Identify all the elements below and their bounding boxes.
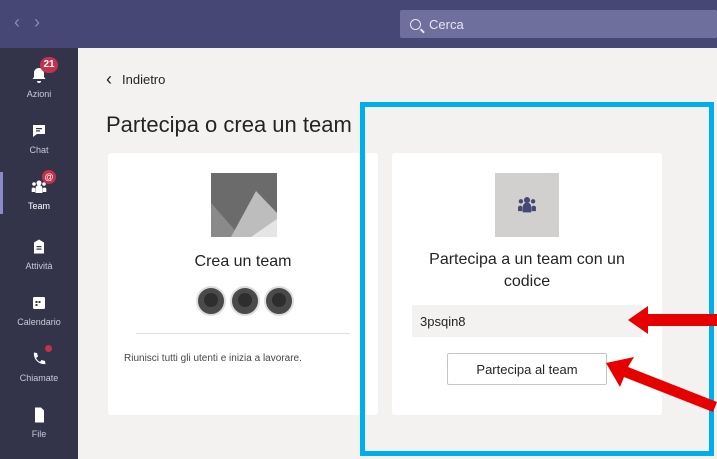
rail-item-label: File (31, 428, 47, 439)
avatar (196, 286, 226, 316)
rail-item-file[interactable]: File (0, 394, 78, 448)
phone-icon (28, 344, 52, 370)
rail-item-label: Team (27, 200, 50, 211)
history-nav: ‹ › (14, 12, 40, 33)
create-team-card[interactable]: Crea un team Riunisci tutti gli utenti e… (108, 153, 378, 415)
avatar (230, 286, 260, 316)
create-team-title: Crea un team (194, 253, 292, 270)
rail-item-label: Calendario (17, 316, 61, 327)
back-link[interactable]: ‹ Indietro (106, 69, 166, 89)
rail-item-label: Chat (29, 144, 49, 155)
avatar (264, 286, 294, 316)
calendar-icon (28, 292, 50, 314)
create-team-description: Riunisci tutti gli utenti e inizia a lav… (124, 353, 302, 364)
rail-item-label: Attività (25, 260, 53, 271)
unread-dot (45, 344, 52, 352)
rail-item-azioni[interactable]: 21 Azioni (0, 54, 78, 108)
rail-item-calendario[interactable]: Calendario (0, 282, 78, 336)
search-placeholder: Cerca (429, 16, 464, 32)
rail-item-label: Azioni (26, 88, 52, 99)
arrow-pointer-icon (628, 306, 717, 334)
back-nav-icon[interactable]: ‹ (14, 12, 20, 33)
mention-badge: @ (42, 169, 56, 184)
rail-item-chiamate[interactable]: Chiamate (0, 338, 78, 392)
avatar-group (196, 286, 294, 316)
rail-item-chat[interactable]: Chat (0, 110, 78, 164)
rail-item-attivita[interactable]: Attività (0, 226, 78, 280)
search-input[interactable]: Cerca (400, 10, 717, 38)
search-icon (410, 18, 421, 30)
arrow-pointer-icon (606, 357, 717, 412)
team-icon: @ (28, 169, 56, 198)
forward-nav-icon[interactable]: › (34, 12, 40, 33)
top-bar: ‹ › Cerca (0, 0, 717, 48)
app-rail: 21 Azioni Chat @ Team Attività Calendari… (0, 48, 78, 459)
bell-icon: 21 (28, 56, 58, 86)
rail-item-label: Chiamate (19, 372, 59, 383)
chat-icon (28, 120, 50, 142)
back-label: Indietro (122, 72, 166, 87)
chevron-left-icon: ‹ (106, 69, 112, 89)
page-title: Partecipa o crea un team (106, 112, 352, 137)
file-icon (28, 404, 50, 426)
notification-badge: 21 (40, 56, 58, 73)
assignment-icon (28, 236, 50, 258)
divider (136, 333, 350, 334)
rail-item-team[interactable]: @ Team (0, 166, 78, 220)
team-image-icon (211, 173, 277, 237)
